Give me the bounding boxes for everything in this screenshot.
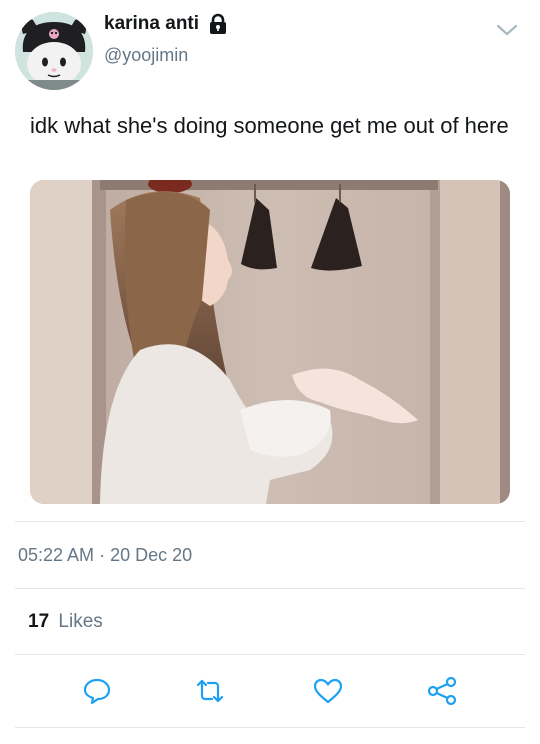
retweet-icon <box>196 679 224 703</box>
tweet-date: 20 Dec 20 <box>110 545 193 565</box>
avatar[interactable] <box>15 12 93 90</box>
kuromi-avatar-icon <box>15 12 93 90</box>
tweet-time: 05:22 AM <box>18 545 95 565</box>
tweet-text: idk what she's doing someone get me out … <box>30 113 509 138</box>
likes-count: 17 <box>28 611 50 632</box>
reply-icon <box>83 678 111 705</box>
display-name-text: karina anti <box>104 13 200 34</box>
likes-stat[interactable]: 17 Likes <box>28 611 103 633</box>
like-button[interactable] <box>311 676 345 706</box>
divider <box>15 727 525 728</box>
timestamp-separator: · <box>99 545 106 565</box>
tweet-photo[interactable] <box>30 180 510 504</box>
share-button[interactable] <box>425 676 459 706</box>
chevron-down-icon[interactable] <box>495 18 519 42</box>
author-display-name[interactable]: karina anti <box>104 13 229 35</box>
likes-label: Likes <box>58 611 103 632</box>
tweet-detail: karina anti @yoojimin idk what she's doi… <box>0 0 540 744</box>
lock-icon <box>210 13 227 34</box>
divider <box>15 588 525 589</box>
heart-icon <box>313 678 343 704</box>
tweet-timestamp[interactable]: 05:22 AM · 20 Dec 20 <box>18 545 192 566</box>
reply-button[interactable] <box>80 676 114 706</box>
author-handle[interactable]: @yoojimin <box>104 45 188 66</box>
photo-illustration <box>30 180 510 504</box>
divider <box>15 654 525 655</box>
retweet-button[interactable] <box>193 676 227 706</box>
share-icon <box>427 676 457 706</box>
divider <box>15 521 525 522</box>
